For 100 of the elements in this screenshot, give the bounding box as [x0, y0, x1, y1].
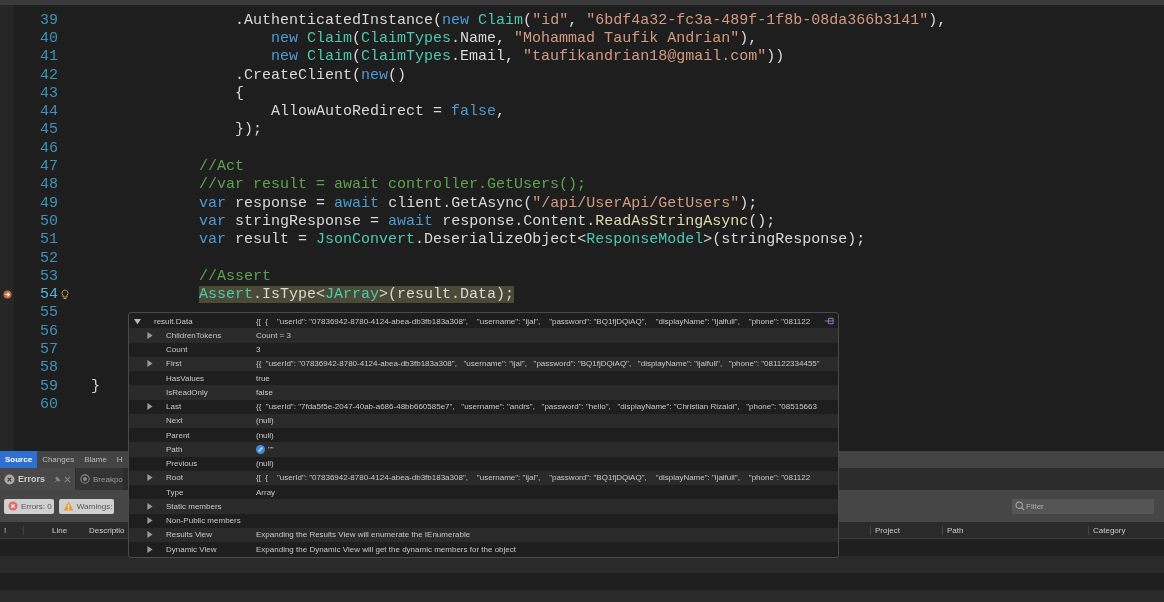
property-name: Path — [166, 444, 184, 454]
property-value: true — [256, 373, 270, 383]
line-number: 42 — [39, 66, 58, 84]
property-value: Expanding the Dynamic View will get the dynamic members for the object — [256, 544, 516, 554]
code-line: var result = JsonConvert.DeserializeObject<ResponseModel>(stringResponse); — [198, 231, 866, 249]
property-name: IsReadOnly — [166, 387, 209, 397]
line-number: 58 — [39, 359, 58, 377]
search-icon — [1015, 500, 1025, 511]
property-name: Dynamic View — [166, 544, 218, 554]
warning-icon — [62, 501, 74, 511]
property-name: HasValues — [166, 373, 206, 383]
property-value: {{ "userId": "07836942-8780-4124-abea-db3fb183a308", "username": "ijal", "password": "BQ1fjDQiAQ", "displayName": "ijalfull", "phone": "081122334455" — [256, 359, 820, 369]
line-number: 47 — [39, 158, 58, 175]
property-name: Non-Public members — [166, 516, 242, 526]
column-header[interactable]: ! — [0, 525, 23, 535]
property-value: 3 — [256, 345, 261, 355]
line-number: 55 — [39, 304, 58, 322]
variable-name: result.Data — [154, 316, 194, 326]
line-number: 56 — [39, 322, 58, 340]
line-number: 50 — [39, 212, 58, 230]
column-header[interactable]: Path — [942, 525, 1088, 535]
expander-icon[interactable] — [147, 403, 153, 411]
line-number: 43 — [39, 84, 58, 102]
column-header[interactable]: Project — [870, 525, 942, 535]
line-number: 39 — [39, 11, 58, 29]
property-value: (null) — [256, 430, 274, 440]
pin-icon[interactable] — [825, 317, 834, 325]
error-icon — [8, 501, 18, 511]
property-name: Last — [166, 402, 183, 412]
code-line: .CreateClient(new() — [234, 66, 407, 84]
column-header[interactable]: Descriptio — [85, 525, 125, 535]
line-number: 60 — [39, 395, 58, 413]
panel-tab[interactable]: Source — [0, 451, 38, 468]
filter-button[interactable]: Errors: 0 — [4, 498, 54, 514]
property-name: Static members — [166, 501, 223, 511]
line-number: 45 — [39, 121, 58, 139]
property-name: Type — [166, 487, 185, 497]
column-header[interactable]: Category — [1088, 525, 1164, 535]
search-field[interactable]: Filter — [1012, 498, 1154, 514]
pad-tab[interactable]: Errors — [0, 468, 75, 490]
breakpoint-arrow-icon — [2, 290, 12, 300]
line-number: 59 — [39, 377, 58, 395]
code-line: //Assert — [198, 267, 272, 285]
code-line: AllowAutoRedirect = false, — [270, 103, 506, 121]
panel-tab[interactable]: Changes — [37, 451, 80, 468]
line-number: 51 — [39, 231, 58, 249]
property-name: ChildrenTokens — [166, 330, 223, 340]
code-line: Assert.IsType<JArray>(result.Data); — [198, 286, 515, 304]
close-icon[interactable] — [64, 475, 71, 483]
code-line: var stringResponse = await response.Content.ReadAsStringAsync(); — [198, 212, 776, 230]
property-name: Previous — [166, 459, 199, 469]
error-icon — [4, 473, 15, 485]
property-value: {[ { "userId": "07836942-8780-4124-abea-db3fb183a308", "username": "ijal", "password": "BQ1fjDQiAQ", "displayName": "ijalfull", "phone": "081122 — [256, 473, 811, 483]
expander-icon[interactable] — [147, 331, 153, 339]
line-number: 41 — [39, 48, 58, 66]
property-value: Count = 3 — [256, 330, 291, 340]
code-line: } — [91, 377, 100, 395]
property-name: Parent — [166, 430, 191, 440]
line-number: 44 — [39, 103, 58, 121]
property-name: Count — [166, 345, 189, 355]
line-number: 52 — [39, 249, 58, 267]
panel-tab[interactable]: Blame — [79, 451, 112, 468]
column-header[interactable]: Line — [23, 525, 85, 535]
line-number: 57 — [39, 341, 58, 358]
filter-button[interactable]: Warnings: — [58, 498, 115, 514]
lightbulb-icon[interactable] — [61, 289, 69, 301]
target-icon — [80, 474, 90, 484]
property-name: First — [166, 359, 183, 369]
property-name: Root — [166, 473, 184, 483]
property-value: (null) — [256, 459, 274, 469]
property-name: Next — [166, 416, 184, 426]
property-value: (null) — [256, 416, 274, 426]
code-line: var response = await client.GetAsync("/api/UserApi/GetUsers"); — [198, 194, 758, 212]
code-line: .AuthenticatedInstance(new Claim("id", "6bdf4a32-fc3a-489f-1f8b-08da366b3141"), — [234, 11, 947, 29]
expander-icon[interactable] — [134, 317, 141, 325]
code-line: new Claim(ClaimTypes.Name, "Mohammad Taufik Andrian"), — [270, 29, 758, 47]
property-value: false — [256, 387, 273, 397]
panel-tab[interactable]: H — [111, 451, 128, 468]
expander-icon[interactable] — [147, 474, 153, 482]
expander-icon[interactable] — [147, 360, 153, 368]
line-number: 53 — [39, 267, 58, 285]
line-number: 48 — [39, 176, 58, 194]
code-line: //var result = await controller.GetUsers(); — [198, 176, 587, 194]
property-value: Expanding the Results View will enumerate the IEnumerable — [256, 530, 471, 540]
pad-tab[interactable]: Breakpo — [76, 468, 123, 490]
pin-icon[interactable] — [54, 475, 61, 483]
line-number: 49 — [39, 194, 58, 212]
variable-value: {[ { "userId": "07836942-8780-4124-abea-db3fb183a308", "username": "ijal", "password": "BQ1fjDQiAQ", "displayName": "ijalfull", "phone": "081122 — [256, 316, 811, 326]
code-line: }); — [234, 121, 263, 139]
line-number: 54 — [39, 286, 58, 304]
reference-icon — [256, 444, 265, 454]
line-number: 46 — [39, 139, 58, 157]
code-line: new Claim(ClaimTypes.Email, "taufikandrian18@gmail.com")) — [270, 48, 785, 66]
property-value: {{ "userId": "7fda5f5e-2047-40ab-a686-48bb660585e7", "username": "andrs", "password": "hello", "displayName": "Christian Rizaldi", "phone": "08515663 — [256, 402, 817, 412]
code-line: //Act — [198, 158, 245, 175]
property-value: Array — [256, 487, 276, 497]
line-number: 40 — [39, 29, 58, 47]
property-value: "" — [268, 444, 274, 454]
code-line: { — [234, 84, 245, 102]
property-name: Results View — [166, 530, 214, 540]
